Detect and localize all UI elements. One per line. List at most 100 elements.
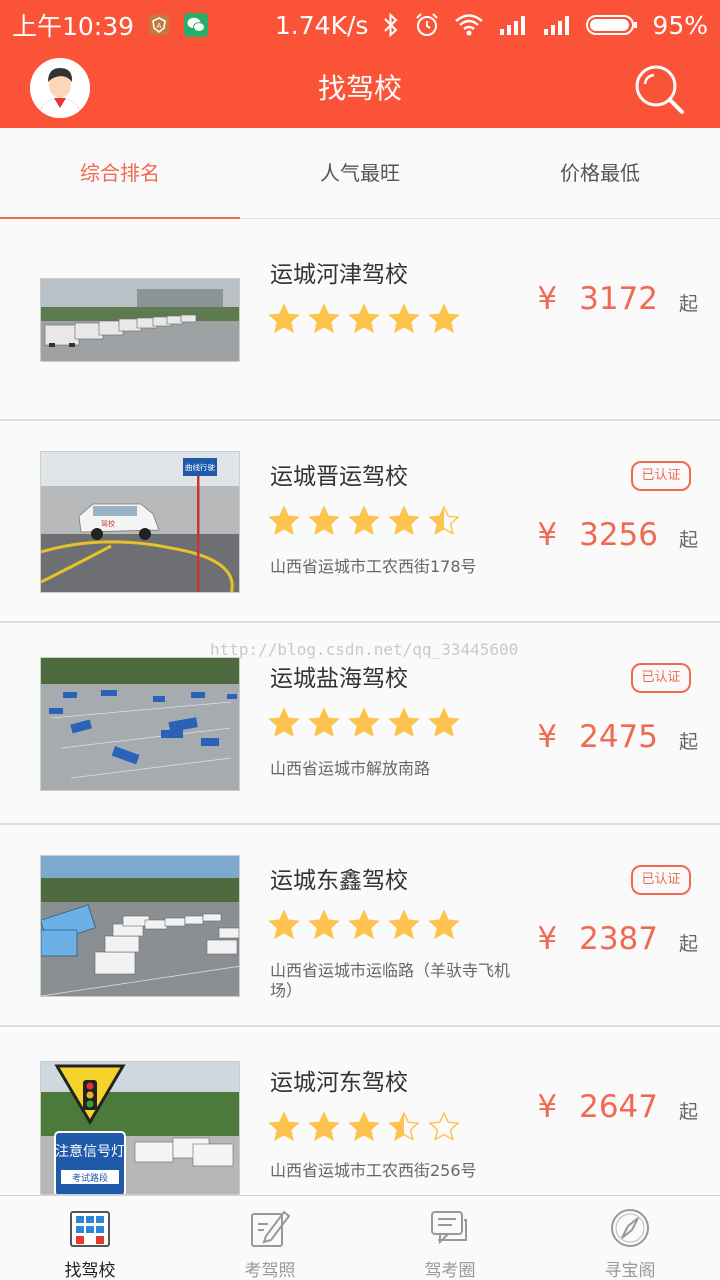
school-photo bbox=[40, 657, 240, 791]
avatar[interactable] bbox=[30, 58, 90, 118]
status-bar: 上午10:39 A 1.74K/s 95% bbox=[0, 0, 720, 50]
school-photo: 注意信号灯 考试路段 bbox=[40, 1061, 240, 1195]
school-photo bbox=[40, 855, 240, 997]
signal-icon-2 bbox=[542, 14, 572, 36]
star-full-icon bbox=[348, 303, 380, 333]
battery-icon bbox=[586, 13, 638, 37]
star-full-icon bbox=[428, 303, 460, 333]
thumb-sign-text: 曲线行驶 bbox=[185, 462, 215, 472]
edit-icon bbox=[251, 1210, 291, 1247]
price-value: 3256 bbox=[579, 517, 658, 553]
price-value: 2475 bbox=[579, 719, 658, 755]
road-sign-text-2: 考试路段 bbox=[72, 1172, 108, 1184]
tab-most-popular[interactable]: 人气最旺 bbox=[240, 128, 480, 218]
school-address: 山西省运城市工农西街178号 bbox=[270, 557, 477, 576]
school-price: ¥ 3256 bbox=[537, 517, 658, 553]
school-price: ¥ 2647 bbox=[537, 1089, 658, 1125]
chat-icon bbox=[431, 1211, 467, 1245]
price-value: 2387 bbox=[579, 921, 658, 957]
nav-community[interactable]: 驾考圈 bbox=[360, 1196, 540, 1280]
star-full-icon bbox=[388, 303, 420, 333]
school-name: 运城河津驾校 bbox=[270, 262, 408, 288]
school-photo bbox=[40, 278, 240, 362]
tab-overall-ranking[interactable]: 综合排名 bbox=[0, 128, 240, 219]
page-title: 找驾校 bbox=[317, 72, 402, 105]
currency-symbol: ¥ bbox=[537, 1089, 558, 1125]
school-card[interactable]: 驾校 曲线行驶 运城晋运驾校 山西省运城市工农西街178号 已认证 ¥ 3256… bbox=[0, 421, 720, 623]
search-button[interactable] bbox=[634, 64, 686, 116]
compass-icon bbox=[611, 1209, 649, 1247]
rating-stars bbox=[268, 1111, 460, 1143]
nav-label: 考驾照 bbox=[244, 1261, 296, 1280]
rating-stars bbox=[268, 707, 460, 739]
price-from-label: 起 bbox=[679, 1101, 699, 1123]
certified-badge: 已认证 bbox=[631, 663, 691, 693]
wifi-icon bbox=[454, 13, 484, 37]
star-full-icon bbox=[308, 505, 340, 535]
price-from-label: 起 bbox=[679, 293, 699, 315]
certified-badge: 已认证 bbox=[631, 461, 691, 491]
nav-treasure[interactable]: 寻宝阁 bbox=[540, 1196, 720, 1280]
star-full-icon bbox=[268, 707, 300, 737]
school-address: 山西省运城市运临路（羊驮寺飞机场） bbox=[270, 961, 511, 1000]
tab-lowest-price[interactable]: 价格最低 bbox=[480, 128, 720, 218]
school-address: 山西省运城市解放南路 bbox=[270, 759, 431, 778]
alarm-icon bbox=[414, 12, 440, 38]
nav-find-school[interactable]: 找驾校 bbox=[0, 1196, 180, 1280]
school-price: ¥ 3172 bbox=[537, 281, 658, 317]
star-full-icon bbox=[268, 303, 300, 333]
school-card[interactable]: 运城东鑫驾校 山西省运城市运临路（羊驮寺飞机场） 已认证 ¥ 2387 起 bbox=[0, 825, 720, 1027]
star-full-icon bbox=[268, 1111, 300, 1141]
price-value: 3172 bbox=[579, 281, 658, 317]
app-bar: 找驾校 bbox=[0, 50, 720, 128]
svg-text:驾校: 驾校 bbox=[101, 519, 115, 528]
star-full-icon bbox=[388, 909, 420, 939]
rating-stars bbox=[268, 909, 460, 941]
school-card[interactable]: 注意信号灯 考试路段 运城河东驾校 山西省运城市工农西街256号 ¥ 2647 … bbox=[0, 1027, 720, 1195]
school-name: 运城河东驾校 bbox=[270, 1070, 408, 1096]
nav-get-license[interactable]: 考驾照 bbox=[180, 1196, 360, 1280]
battery-percent: 95% bbox=[652, 10, 708, 40]
search-icon bbox=[635, 65, 684, 114]
star-full-icon bbox=[348, 505, 380, 535]
star-half-icon bbox=[388, 1111, 420, 1141]
star-full-icon bbox=[268, 909, 300, 939]
price-value: 2647 bbox=[579, 1089, 658, 1125]
signal-icon bbox=[498, 14, 528, 36]
star-full-icon bbox=[388, 707, 420, 737]
school-list[interactable]: 运城河津驾校 ¥ 3172 起 驾校 曲线行驶 运城晋运驾校 山西省运城市工农西… bbox=[0, 219, 720, 1195]
star-full-icon bbox=[348, 707, 380, 737]
building-icon bbox=[70, 1211, 110, 1247]
star-full-icon bbox=[268, 505, 300, 535]
watermark: http://blog.csdn.net/qq_33445600 bbox=[210, 640, 519, 659]
school-name: 运城晋运驾校 bbox=[270, 464, 408, 490]
bottom-nav: 找驾校 考驾照 驾考圈 寻宝阁 bbox=[0, 1195, 720, 1280]
svg-text:A: A bbox=[157, 22, 162, 30]
star-full-icon bbox=[348, 909, 380, 939]
net-speed: 1.74K/s bbox=[274, 10, 369, 40]
price-from-label: 起 bbox=[679, 933, 699, 955]
star-full-icon bbox=[428, 909, 460, 939]
nav-label: 寻宝阁 bbox=[604, 1261, 656, 1280]
school-card[interactable]: 运城河津驾校 ¥ 3172 起 bbox=[0, 219, 720, 421]
star-full-icon bbox=[308, 303, 340, 333]
currency-symbol: ¥ bbox=[537, 281, 558, 317]
star-full-icon bbox=[348, 1111, 380, 1141]
currency-symbol: ¥ bbox=[537, 921, 558, 957]
sort-tabs: 综合排名 人气最旺 价格最低 bbox=[0, 128, 720, 219]
school-name: 运城盐海驾校 bbox=[270, 666, 408, 692]
star-full-icon bbox=[388, 505, 420, 535]
school-address: 山西省运城市工农西街256号 bbox=[270, 1161, 477, 1180]
school-price: ¥ 2387 bbox=[537, 921, 658, 957]
certified-badge: 已认证 bbox=[631, 865, 691, 895]
star-full-icon bbox=[308, 1111, 340, 1141]
status-time: 上午10:39 bbox=[12, 12, 135, 41]
star-full-icon bbox=[308, 707, 340, 737]
school-name: 运城东鑫驾校 bbox=[270, 868, 408, 894]
bluetooth-icon bbox=[382, 12, 400, 38]
currency-symbol: ¥ bbox=[537, 517, 558, 553]
star-full-icon bbox=[428, 707, 460, 737]
rating-stars bbox=[268, 505, 460, 537]
nav-label: 驾考圈 bbox=[424, 1261, 476, 1280]
school-photo: 驾校 曲线行驶 bbox=[40, 451, 240, 593]
